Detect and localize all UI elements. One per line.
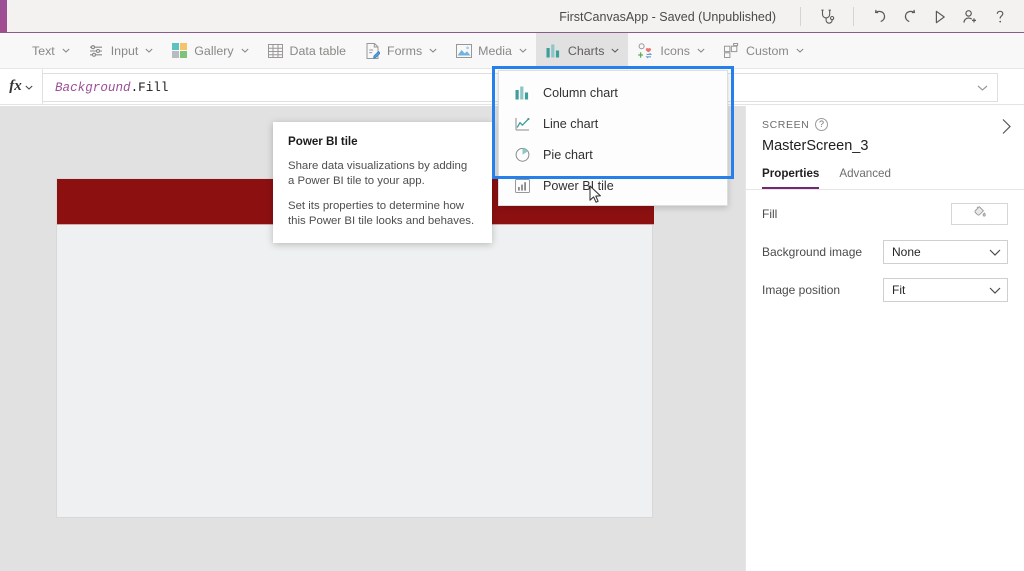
property-label: Background image bbox=[762, 245, 863, 259]
forms-icon bbox=[364, 42, 381, 59]
ribbon-item-data-table[interactable]: Data table bbox=[258, 33, 355, 69]
undo-icon[interactable] bbox=[865, 1, 895, 32]
properties-panel-header: SCREEN ? MasterScreen_3 bbox=[746, 106, 1024, 154]
menu-item-line-chart[interactable]: Line chart bbox=[499, 108, 727, 139]
custom-blocks-icon bbox=[723, 42, 740, 59]
charts-dropdown-menu: Column chart Line chart Pie chart Power … bbox=[498, 70, 728, 206]
properties-panel-kicker-label: SCREEN bbox=[762, 118, 810, 131]
power-bi-tile-icon bbox=[514, 178, 530, 194]
menu-item-label: Column chart bbox=[543, 85, 618, 100]
titlebar-divider-1 bbox=[800, 7, 801, 26]
data-table-icon bbox=[267, 42, 284, 59]
media-image-icon bbox=[455, 42, 472, 59]
fx-toggle-button[interactable]: fx bbox=[0, 69, 42, 104]
chevron-down-icon bbox=[611, 48, 619, 53]
ribbon-item-charts[interactable]: Charts bbox=[535, 32, 629, 69]
ribbon-label: Text bbox=[32, 43, 55, 58]
ribbon-label: Gallery bbox=[194, 43, 234, 58]
title-bar: FirstCanvasApp - Saved (Unpublished) bbox=[0, 0, 1024, 33]
image-position-value: Fit bbox=[892, 283, 906, 297]
mouse-cursor bbox=[589, 185, 603, 210]
gallery-grid-icon bbox=[171, 42, 188, 59]
property-row-image-position: Image position Fit bbox=[762, 276, 1008, 304]
property-row-fill: Fill bbox=[762, 200, 1008, 228]
property-row-background-image: Background image None bbox=[762, 238, 1008, 266]
chevron-down-icon bbox=[145, 48, 153, 53]
collapse-panel-chevron-right-icon[interactable] bbox=[1001, 118, 1012, 138]
selected-screen-name: MasterScreen_3 bbox=[762, 138, 869, 154]
titlebar-divider-2 bbox=[853, 7, 854, 26]
app-title: FirstCanvasApp - Saved (Unpublished) bbox=[559, 9, 776, 24]
chevron-down-icon bbox=[519, 48, 527, 53]
menu-item-column-chart[interactable]: Column chart bbox=[499, 77, 727, 108]
ribbon-item-text[interactable]: Text bbox=[0, 33, 79, 69]
image-position-select[interactable]: Fit bbox=[883, 278, 1008, 302]
share-user-icon[interactable] bbox=[955, 1, 985, 32]
paint-bucket-icon bbox=[972, 204, 987, 224]
app-checker-icon[interactable] bbox=[812, 1, 842, 32]
chevron-down-icon bbox=[796, 48, 804, 53]
chevron-down-icon bbox=[989, 245, 1001, 259]
tab-advanced[interactable]: Advanced bbox=[839, 167, 891, 189]
formula-identifier: Background bbox=[55, 80, 131, 95]
tooltip-paragraph-1: Share data visualizations by adding a Po… bbox=[288, 160, 468, 187]
input-sliders-icon bbox=[88, 42, 105, 59]
formula-property: Fill bbox=[138, 80, 169, 95]
redo-icon[interactable] bbox=[895, 1, 925, 32]
properties-panel-rows: Fill Background image None Image positio… bbox=[746, 190, 1024, 304]
tooltip-title: Power BI tile bbox=[288, 135, 358, 148]
help-icon[interactable] bbox=[985, 1, 1015, 32]
power-bi-tile-tooltip: Power BI tile Share data visualizations … bbox=[273, 122, 492, 243]
pie-chart-icon bbox=[514, 147, 530, 163]
properties-panel-kicker: SCREEN ? bbox=[762, 118, 1008, 131]
ribbon-label: Input bbox=[110, 43, 139, 58]
formula-expand-chevron-down-icon[interactable] bbox=[967, 74, 997, 101]
tab-properties[interactable]: Properties bbox=[762, 167, 820, 189]
menu-item-power-bi-tile[interactable]: Power BI tile bbox=[499, 170, 727, 201]
menu-item-pie-chart[interactable]: Pie chart bbox=[499, 139, 727, 170]
ribbon-item-input[interactable]: Input bbox=[79, 33, 163, 69]
chevron-down-icon bbox=[25, 78, 33, 95]
menu-item-label: Pie chart bbox=[543, 147, 593, 162]
ribbon-label: Forms bbox=[387, 43, 423, 58]
property-label: Image position bbox=[762, 283, 841, 297]
ribbon-label: Charts bbox=[567, 43, 605, 58]
ribbon-label: Custom bbox=[746, 43, 789, 58]
tooltip-paragraph-2: Set its properties to determine how this… bbox=[288, 200, 475, 227]
ribbon-item-forms[interactable]: Forms bbox=[355, 33, 446, 69]
text-icon bbox=[9, 42, 26, 59]
ribbon-item-custom[interactable]: Custom bbox=[714, 33, 813, 69]
icons-shapes-icon bbox=[637, 42, 654, 59]
menu-item-label: Power BI tile bbox=[543, 178, 614, 193]
insert-ribbon: Text Input Gallery Data table Forms Medi… bbox=[0, 32, 1024, 69]
chevron-down-icon bbox=[989, 283, 1001, 297]
property-label: Fill bbox=[762, 207, 778, 221]
line-chart-icon bbox=[514, 116, 530, 132]
fill-color-swatch-button[interactable] bbox=[951, 203, 1008, 225]
charts-bar-icon bbox=[545, 42, 562, 59]
menu-item-label: Line chart bbox=[543, 116, 599, 131]
chevron-down-icon bbox=[240, 48, 249, 53]
ribbon-label: Data table bbox=[289, 43, 347, 58]
powerapps-studio-window: FirstCanvasApp - Saved (Unpublished) Tex… bbox=[0, 0, 1024, 571]
column-chart-icon bbox=[514, 85, 530, 101]
ribbon-item-gallery[interactable]: Gallery bbox=[162, 33, 257, 69]
chevron-down-icon bbox=[697, 48, 705, 53]
chevron-down-icon bbox=[62, 48, 70, 53]
ribbon-item-media[interactable]: Media bbox=[446, 33, 536, 69]
ribbon-label: Media bbox=[478, 43, 512, 58]
background-image-select[interactable]: None bbox=[883, 240, 1008, 264]
ribbon-item-icons[interactable]: Icons bbox=[628, 33, 714, 69]
brand-accent-bar bbox=[0, 0, 7, 33]
properties-panel-tabs: Properties Advanced bbox=[746, 167, 1024, 190]
preview-play-icon[interactable] bbox=[925, 1, 955, 32]
fx-label: fx bbox=[9, 78, 22, 94]
formula-dot: . bbox=[130, 80, 139, 95]
help-icon[interactable]: ? bbox=[815, 118, 829, 131]
background-image-value: None bbox=[892, 245, 921, 259]
chevron-down-icon bbox=[429, 48, 437, 53]
properties-panel: SCREEN ? MasterScreen_3 Properties Advan… bbox=[745, 106, 1024, 571]
ribbon-label: Icons bbox=[660, 43, 691, 58]
